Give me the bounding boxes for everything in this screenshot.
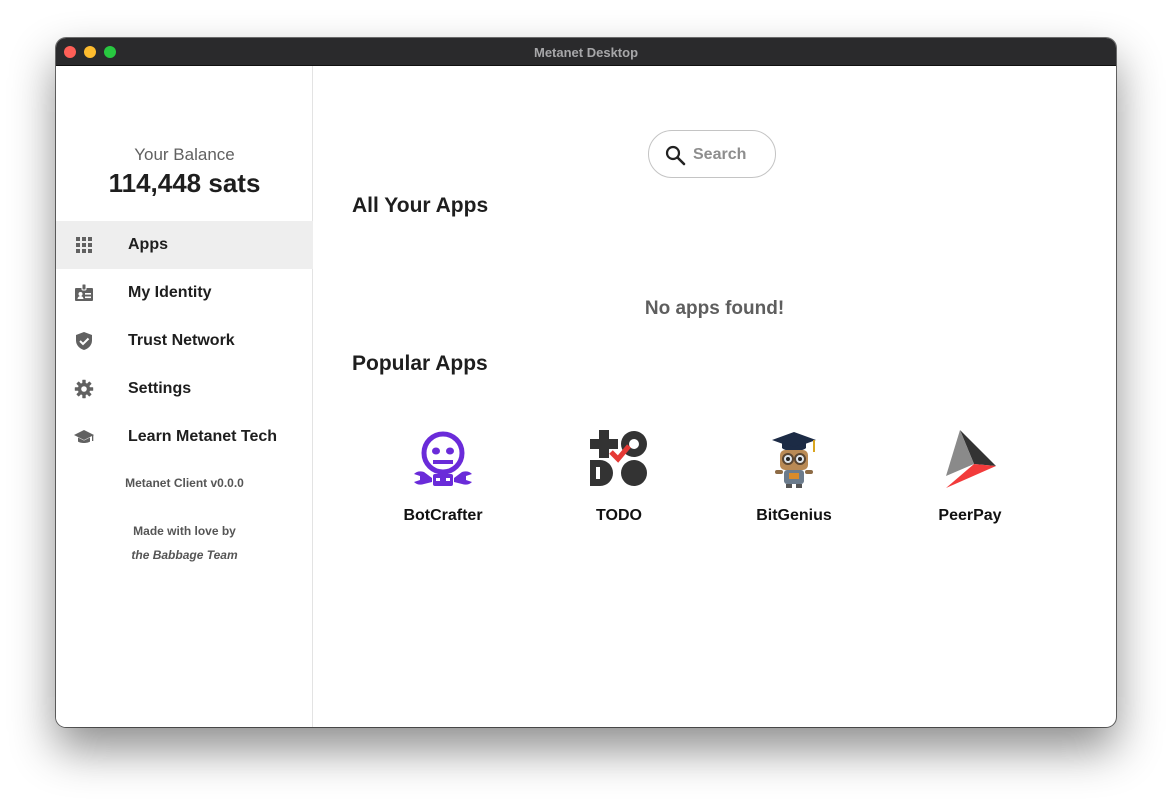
app-window: Metanet Desktop Your Balance 114,448 sat… (56, 38, 1116, 727)
sidebar-item-learn-metanet-tech[interactable]: Learn Metanet Tech (56, 413, 313, 461)
sidebar: Your Balance 114,448 sats Apps My Identi… (56, 66, 313, 727)
peerpay-icon (938, 426, 1002, 490)
search-icon (664, 144, 686, 166)
sidebar-item-label: Learn Metanet Tech (128, 428, 278, 445)
title-bar[interactable]: Metanet Desktop (56, 38, 1116, 66)
all-apps-title: All Your Apps (352, 194, 489, 217)
shield-check-icon (74, 331, 94, 351)
window-title: Metanet Desktop (533, 45, 639, 60)
no-apps-message: No apps found! (644, 298, 785, 319)
sidebar-item-apps[interactable]: Apps (56, 221, 313, 269)
sidebar-item-settings[interactable]: Settings (56, 365, 313, 413)
sidebar-nav: Apps My Identity Trust Network Settings … (56, 221, 313, 461)
app-name: PeerPay (938, 507, 1002, 524)
sidebar-item-label: Trust Network (128, 332, 235, 349)
team-credit: the Babbage Team (131, 548, 238, 562)
grid-icon (74, 235, 94, 255)
balance-value: 114,448 sats (108, 168, 261, 198)
popular-apps-title: Popular Apps (352, 352, 488, 375)
search-input[interactable] (693, 144, 768, 166)
gear-icon (74, 379, 94, 399)
app-tile-botcrafter[interactable]: BotCrafter (383, 426, 503, 536)
app-name: TODO (596, 507, 642, 524)
sidebar-item-trust-network[interactable]: Trust Network (56, 317, 313, 365)
botcrafter-icon (411, 426, 475, 490)
sidebar-item-label: My Identity (128, 284, 212, 301)
bitgenius-icon (762, 426, 826, 490)
app-tile-bitgenius[interactable]: BitGenius (734, 426, 854, 536)
main-content: All Your Apps No apps found! Popular App… (313, 66, 1116, 727)
graduation-cap-icon (74, 427, 94, 447)
app-name: BitGenius (756, 507, 832, 524)
app-tile-todo[interactable]: TODO (559, 426, 679, 536)
app-name: BotCrafter (403, 507, 483, 524)
made-with-love-text: Made with love by (133, 524, 236, 538)
sidebar-item-label: Apps (128, 236, 168, 253)
sidebar-item-my-identity[interactable]: My Identity (56, 269, 313, 317)
sidebar-item-label: Settings (128, 380, 192, 397)
search-box[interactable] (648, 130, 776, 178)
id-badge-icon (74, 283, 94, 303)
todo-icon (587, 426, 651, 490)
balance-label: Your Balance (134, 145, 235, 164)
client-version: Metanet Client v0.0.0 (125, 476, 244, 490)
app-tile-peerpay[interactable]: PeerPay (910, 426, 1030, 536)
